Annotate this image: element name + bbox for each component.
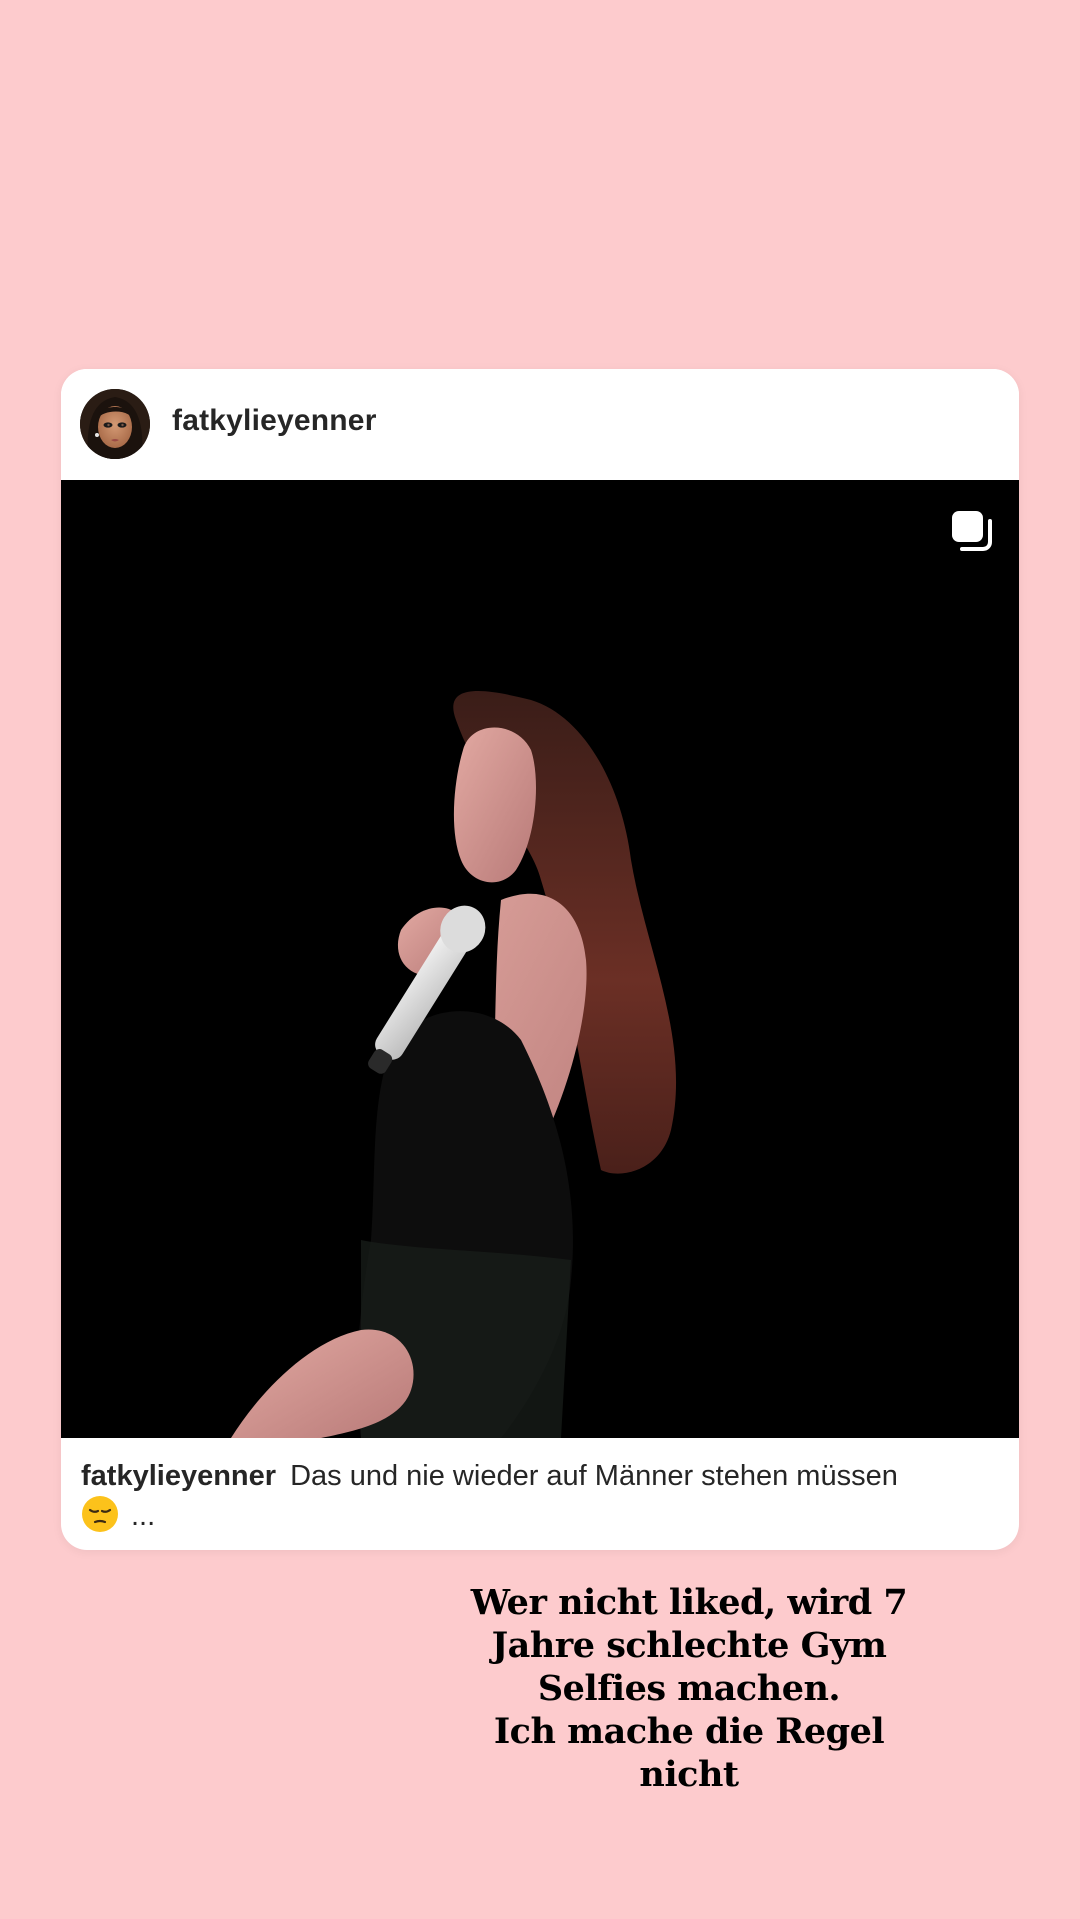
pensive-face-emoji-icon (81, 1495, 119, 1543)
post-media[interactable] (61, 480, 1019, 1438)
bratz-doll-avatar-icon[interactable] (80, 389, 150, 459)
caption-text: Das und nie wieder auf Männer stehen müs… (290, 1460, 898, 1492)
post-username[interactable]: fatkylieyenner (172, 404, 377, 438)
avatar-image (80, 389, 150, 459)
post-header: fatkylieyenner (61, 369, 1019, 480)
caption-username[interactable]: fatkylieyenner (81, 1460, 276, 1492)
multiple-posts-icon (952, 511, 992, 551)
shared-post-card[interactable]: fatkylieyenner fatkylieyenner Das und ni… (61, 369, 1019, 1550)
story-text-overlay: Wer nicht liked, wird 7 Jahre schlechte … (470, 1582, 908, 1795)
caption-more[interactable]: ... (131, 1500, 155, 1532)
performer-with-microphone-photo (61, 480, 1019, 1438)
post-caption: fatkylieyenner Das und nie wieder auf Mä… (81, 1457, 1001, 1543)
